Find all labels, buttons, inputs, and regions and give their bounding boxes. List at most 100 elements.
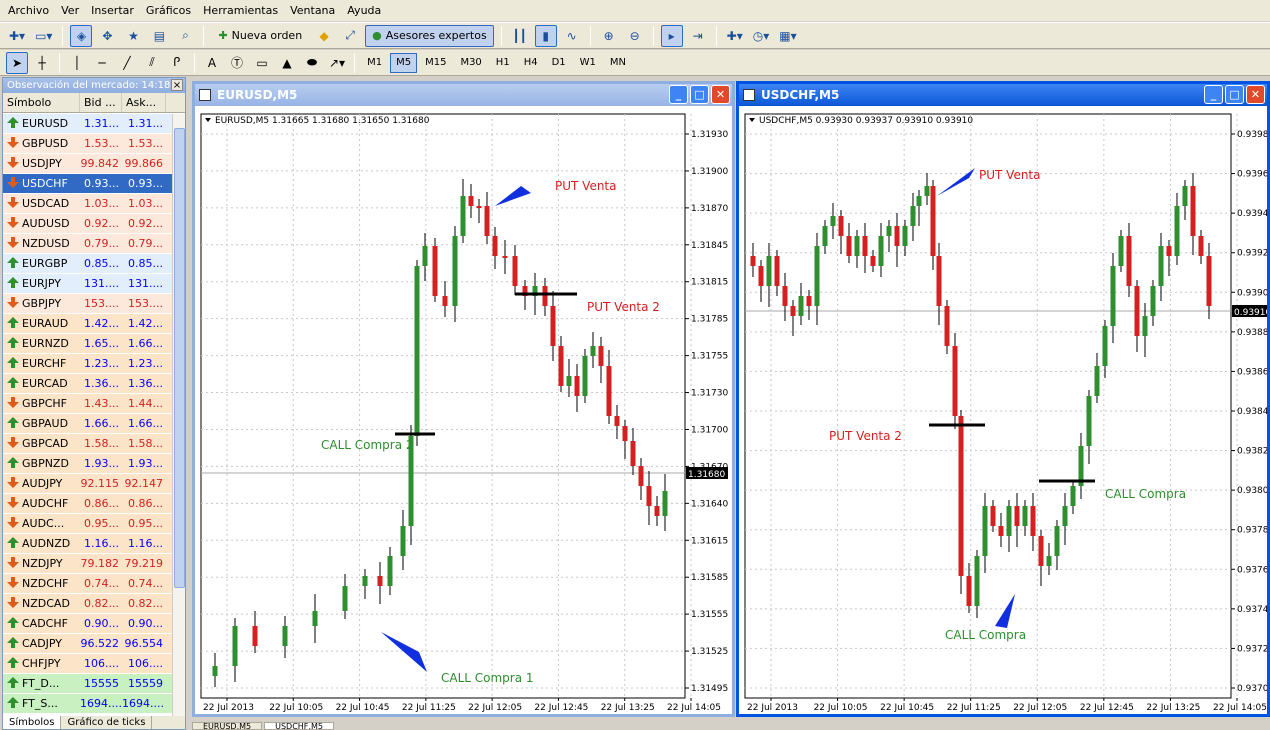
new-order-button[interactable]: ✚ Nueva orden — [211, 25, 309, 47]
periods-button[interactable]: ◷▾ — [750, 25, 773, 47]
terminal-button[interactable]: ▤ — [148, 25, 170, 47]
market-watch-button[interactable]: ◈ — [70, 24, 93, 47]
scrollbar-thumb[interactable] — [174, 128, 185, 588]
line-chart-button[interactable]: ∿ — [561, 25, 583, 47]
market-watch-row[interactable]: EURNZD 1.65... 1.66... — [3, 334, 173, 354]
close-button[interactable]: ✕ — [1246, 85, 1265, 104]
market-watch-row[interactable]: CADJPY 96.522 96.554 — [3, 634, 173, 654]
eurusd-chart[interactable]: 1.31930 1.31900 1.31870 1.31845 1.31815 1.317… — [195, 106, 732, 714]
market-watch-row[interactable]: NZDCHF 0.74... 0.74... — [3, 574, 173, 594]
horizontal-line-tool[interactable]: ─ — [91, 52, 113, 74]
rectangle-tool[interactable]: ▭ — [251, 52, 273, 74]
menu-2[interactable]: Insertar — [85, 0, 140, 21]
market-watch-row[interactable]: AUDUSD 0.92... 0.92... — [3, 214, 173, 234]
candle-chart-button[interactable]: ▮ — [534, 24, 557, 47]
ellipse-tool[interactable]: ⬬ — [301, 52, 323, 74]
market-watch-row[interactable]: EURUSD 1.31... 1.31... — [3, 114, 173, 134]
tab-symbols[interactable]: Símbolos — [3, 716, 62, 729]
tester-button[interactable]: ⌕ — [174, 25, 196, 47]
bar-chart-button[interactable]: ┃┃ — [509, 25, 531, 47]
trendline-tool[interactable]: ╱ — [116, 52, 138, 74]
minimize-button[interactable]: _ — [669, 85, 688, 104]
expert-advisors-button[interactable]: ● Asesores expertos — [365, 24, 494, 47]
timeframe-d1[interactable]: D1 — [546, 53, 572, 73]
menu-4[interactable]: Herramientas — [197, 0, 284, 21]
label-tool[interactable]: Ⓣ — [226, 52, 248, 74]
market-watch-row[interactable]: AUDJPY 92.115 92.147 — [3, 474, 173, 494]
market-watch-row[interactable]: USDCAD 1.03... 1.03... — [3, 194, 173, 214]
cursor-tool[interactable]: ➤ — [6, 51, 28, 74]
market-watch-row[interactable]: GBPCAD 1.58... 1.58... — [3, 434, 173, 454]
market-watch-row[interactable]: AUDC... 0.95... 0.95... — [3, 514, 173, 534]
market-watch-row[interactable]: GBPJPY 153.... 153.... — [3, 294, 173, 314]
market-watch-row[interactable]: USDJPY 99.842 99.866 — [3, 154, 173, 174]
chart-shift-button[interactable]: ⇥ — [687, 25, 709, 47]
timeframe-m30[interactable]: M30 — [454, 53, 487, 73]
minimize-button[interactable]: _ — [1204, 85, 1223, 104]
new-chart-button[interactable]: ✚▾ — [6, 25, 28, 47]
market-watch-row[interactable]: EURCAD 1.36... 1.36... — [3, 374, 173, 394]
chart-window-eurusd[interactable]: EURUSD,M5 _ □ ✕ 1.31930 1.31900 1.31870 1.318… — [192, 81, 735, 717]
col-ask[interactable]: Ask... — [122, 93, 166, 112]
timeframe-h4[interactable]: H4 — [518, 53, 544, 73]
close-button[interactable]: ✕ — [711, 85, 730, 104]
fullscreen-button[interactable]: ⤢ — [339, 25, 361, 47]
market-watch-row[interactable]: NZDJPY 79.182 79.219 — [3, 554, 173, 574]
usdchf-chart[interactable]: 0.93985 0.93965 0.93945 0.93925 0.93905 0.938… — [739, 106, 1270, 714]
timeframe-h1[interactable]: H1 — [490, 53, 516, 73]
market-watch-row[interactable]: EURCHF 1.23... 1.23... — [3, 354, 173, 374]
profiles-button[interactable]: ▭▾ — [32, 25, 55, 47]
market-watch-row[interactable]: EURAUD 1.42... 1.42... — [3, 314, 173, 334]
market-watch-row[interactable]: AUDNZD 1.16... 1.16... — [3, 534, 173, 554]
market-watch-row[interactable]: GBPNZD 1.93... 1.93... — [3, 454, 173, 474]
timeframe-m15[interactable]: M15 — [419, 53, 452, 73]
timeframe-mn[interactable]: MN — [604, 53, 632, 73]
menu-5[interactable]: Ventana — [284, 0, 341, 21]
maximize-button[interactable]: □ — [1225, 85, 1244, 104]
zoom-out-button[interactable]: ⊖ — [624, 25, 646, 47]
timeframe-m1[interactable]: M1 — [361, 53, 388, 73]
chart-window-usdchf[interactable]: USDCHF,M5 _□✕ 0.939850.939650.939450.939… — [736, 81, 1270, 717]
market-watch-row[interactable]: CHFJPY 106.... 106.... — [3, 654, 173, 674]
market-watch-row[interactable]: NZDUSD 0.79... 0.79... — [3, 234, 173, 254]
navigator-button[interactable]: ★ — [122, 25, 144, 47]
market-watch-row[interactable]: EURJPY 131.... 131.... — [3, 274, 173, 294]
market-watch-row[interactable]: EURGBP 0.85... 0.85... — [3, 254, 173, 274]
timeframe-w1[interactable]: W1 — [574, 53, 602, 73]
market-watch-row[interactable]: GBPUSD 1.53... 1.53... — [3, 134, 173, 154]
crosshair-tool[interactable]: ┼ — [31, 52, 53, 74]
tab-eurusd[interactable]: EURUSD,M5 — [192, 722, 263, 730]
menu-0[interactable]: Archivo — [2, 0, 55, 21]
col-bid[interactable]: Bid ... — [80, 93, 122, 112]
maximize-button[interactable]: □ — [690, 85, 709, 104]
timeframe-m5[interactable]: M5 — [390, 52, 418, 73]
market-watch-row[interactable]: CADCHF 0.90... 0.90... — [3, 614, 173, 634]
market-watch-row[interactable]: GBPCHF 1.43... 1.44... — [3, 394, 173, 414]
menu-1[interactable]: Ver — [55, 0, 85, 21]
indicators-button[interactable]: ✚▾ — [724, 25, 746, 47]
zoom-in-button[interactable]: ⊕ — [598, 25, 620, 47]
market-watch-row[interactable]: AUDCHF 0.86... 0.86... — [3, 494, 173, 514]
menu-6[interactable]: Ayuda — [341, 0, 387, 21]
tab-usdchf[interactable]: USDCHF,M5 — [264, 722, 334, 730]
data-window-button[interactable]: ✥ — [96, 25, 118, 47]
market-watch-row[interactable]: USDCHF 0.93... 0.93... — [3, 174, 173, 194]
menu-3[interactable]: Gráficos — [140, 0, 197, 21]
close-icon[interactable]: × — [171, 79, 183, 91]
auto-scroll-button[interactable]: ▸ — [660, 24, 683, 47]
vertical-line-tool[interactable]: │ — [66, 52, 88, 74]
scrollbar[interactable] — [172, 114, 185, 718]
market-watch-row[interactable]: GBPAUD 1.66... 1.66... — [3, 414, 173, 434]
channel-tool[interactable]: ⫽ — [141, 52, 163, 74]
templates-button[interactable]: ▦▾ — [776, 25, 799, 47]
tab-tick-chart[interactable]: Gráfico de ticks — [61, 716, 153, 729]
arrow-tool[interactable]: ↗▾ — [326, 52, 348, 74]
text-tool[interactable]: A — [201, 52, 223, 74]
col-symbol[interactable]: Símbolo — [3, 93, 80, 112]
market-watch-row[interactable]: FT_S... 1694.... 1694.... — [3, 694, 173, 714]
market-watch-row[interactable]: NZDCAD 0.82... 0.82... — [3, 594, 173, 614]
fibonacci-tool[interactable]: Ꮅ — [166, 52, 188, 74]
metaeditor-button[interactable]: ◆ — [313, 25, 335, 47]
triangle-tool[interactable]: ▲ — [276, 52, 298, 74]
market-watch-row[interactable]: FT_D... 15555 15559 — [3, 674, 173, 694]
